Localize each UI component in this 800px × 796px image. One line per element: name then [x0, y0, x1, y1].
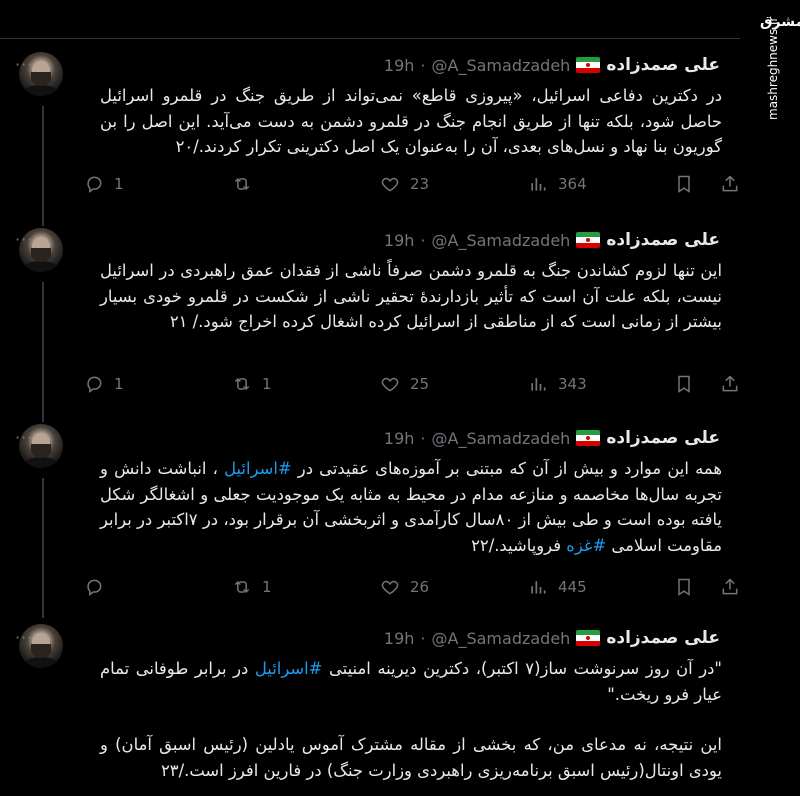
heart-icon — [381, 177, 399, 192]
iran-flag-icon — [576, 630, 601, 646]
like-button[interactable]: 25 — [380, 370, 429, 398]
heart-icon — [381, 580, 399, 595]
tweet-header: 19h · @A_Samadzadeh علی صمدزاده — [383, 55, 720, 75]
retweet-icon — [234, 177, 250, 191]
timestamp[interactable]: 19h — [384, 629, 415, 648]
share-icon — [722, 375, 738, 392]
author-name[interactable]: علی صمدزاده — [606, 428, 720, 448]
action-bar: 1 23 364 — [84, 170, 744, 198]
reply-button[interactable] — [84, 573, 114, 601]
like-count: 23 — [410, 175, 430, 193]
bookmark-icon — [678, 578, 690, 596]
watermark-site: mashreghnews.ir — [766, 16, 780, 120]
like-count: 26 — [410, 578, 430, 596]
thread-line — [42, 282, 44, 422]
reply-button[interactable]: 1 — [84, 170, 124, 198]
iran-flag-icon — [576, 57, 601, 73]
author-name[interactable]: علی صمدزاده — [606, 628, 720, 648]
views-icon — [531, 581, 546, 594]
tweet-header: 19h · @A_Samadzadeh علی صمدزاده — [383, 428, 720, 448]
author-handle[interactable]: @A_Samadzadeh — [432, 231, 571, 250]
author-name[interactable]: علی صمدزاده — [606, 230, 720, 250]
retweet-count: 1 — [262, 578, 272, 596]
iran-flag-icon — [576, 430, 601, 446]
action-bar: 1 26 445 — [84, 573, 744, 601]
author-handle[interactable]: @A_Samadzadeh — [432, 56, 571, 75]
like-button[interactable]: 26 — [380, 573, 429, 601]
bookmark-button[interactable] — [674, 370, 694, 398]
author-handle[interactable]: @A_Samadzadeh — [432, 429, 571, 448]
timestamp[interactable]: 19h — [384, 56, 415, 75]
share-button[interactable] — [720, 170, 740, 198]
hashtag-link[interactable]: #اسرائیل — [224, 459, 292, 478]
reply-count: 1 — [114, 375, 124, 393]
retweet-button[interactable] — [232, 170, 262, 198]
retweet-button[interactable]: 1 — [232, 370, 272, 398]
share-icon — [722, 578, 738, 595]
share-button[interactable] — [720, 573, 740, 601]
reply-icon — [87, 376, 102, 393]
views-icon — [531, 178, 546, 191]
tweet-text: در دکترین دفاعی اسرائیل، «پیروزی قاطع» ن… — [100, 86, 722, 156]
reply-icon — [87, 579, 102, 596]
hashtag-link[interactable]: #اسرائیل — [255, 659, 323, 678]
divider — [0, 38, 740, 39]
view-count: 343 — [558, 375, 587, 393]
retweet-button[interactable]: 1 — [232, 573, 272, 601]
iran-flag-icon — [576, 232, 601, 248]
more-options-icon[interactable]: ··· — [15, 426, 33, 450]
share-icon — [722, 175, 738, 192]
timestamp[interactable]: 19h — [384, 429, 415, 448]
tweet-header: 19h · @A_Samadzadeh علی صمدزاده — [383, 230, 720, 250]
share-button[interactable] — [720, 370, 740, 398]
views-button[interactable]: 343 — [528, 370, 587, 398]
bookmark-button[interactable] — [674, 573, 694, 601]
views-button[interactable]: 364 — [528, 170, 587, 198]
thread-line — [42, 106, 44, 226]
like-button[interactable]: 23 — [380, 170, 429, 198]
action-bar: 1 1 25 343 — [84, 370, 744, 398]
views-icon — [531, 378, 546, 391]
author-handle[interactable]: @A_Samadzadeh — [432, 629, 571, 648]
retweet-count: 1 — [262, 375, 272, 393]
views-button[interactable]: 445 — [528, 573, 587, 601]
hashtag-link[interactable]: #غزه — [566, 536, 606, 555]
bookmark-icon — [678, 175, 690, 193]
tweet-paragraph: "در آن روز سرنوشت ساز(۷ اکتبر)، دکترین د… — [100, 659, 722, 704]
more-options-icon[interactable]: ··· — [15, 53, 33, 77]
retweet-icon — [234, 580, 250, 594]
view-count: 445 — [558, 578, 587, 596]
reply-icon — [87, 176, 102, 193]
author-name[interactable]: علی صمدزاده — [606, 55, 720, 75]
tweet-paragraph: این نتیجه، نه مدعای من، که بخشی از مقاله… — [100, 735, 722, 780]
tweet-text: این تنها لزوم کشاندن جنگ به قلمرو دشمن ص… — [100, 261, 722, 331]
heart-icon — [381, 377, 399, 392]
reply-button[interactable]: 1 — [84, 370, 124, 398]
more-options-icon[interactable]: ··· — [15, 228, 33, 252]
like-count: 25 — [410, 375, 430, 393]
timestamp[interactable]: 19h — [384, 231, 415, 250]
thread-line — [42, 478, 44, 618]
more-options-icon[interactable]: ··· — [15, 626, 33, 650]
tweet-text: "در آن روز سرنوشت ساز(۷ اکتبر)، دکترین د… — [100, 656, 722, 783]
tweet-text: همه این موارد و بیش از آن که مبتنی بر آم… — [100, 459, 722, 555]
tweet-header: 19h · @A_Samadzadeh علی صمدزاده — [383, 628, 720, 648]
view-count: 364 — [558, 175, 587, 193]
bookmark-button[interactable] — [674, 170, 694, 198]
bookmark-icon — [678, 375, 690, 393]
reply-count: 1 — [114, 175, 124, 193]
retweet-icon — [234, 377, 250, 391]
